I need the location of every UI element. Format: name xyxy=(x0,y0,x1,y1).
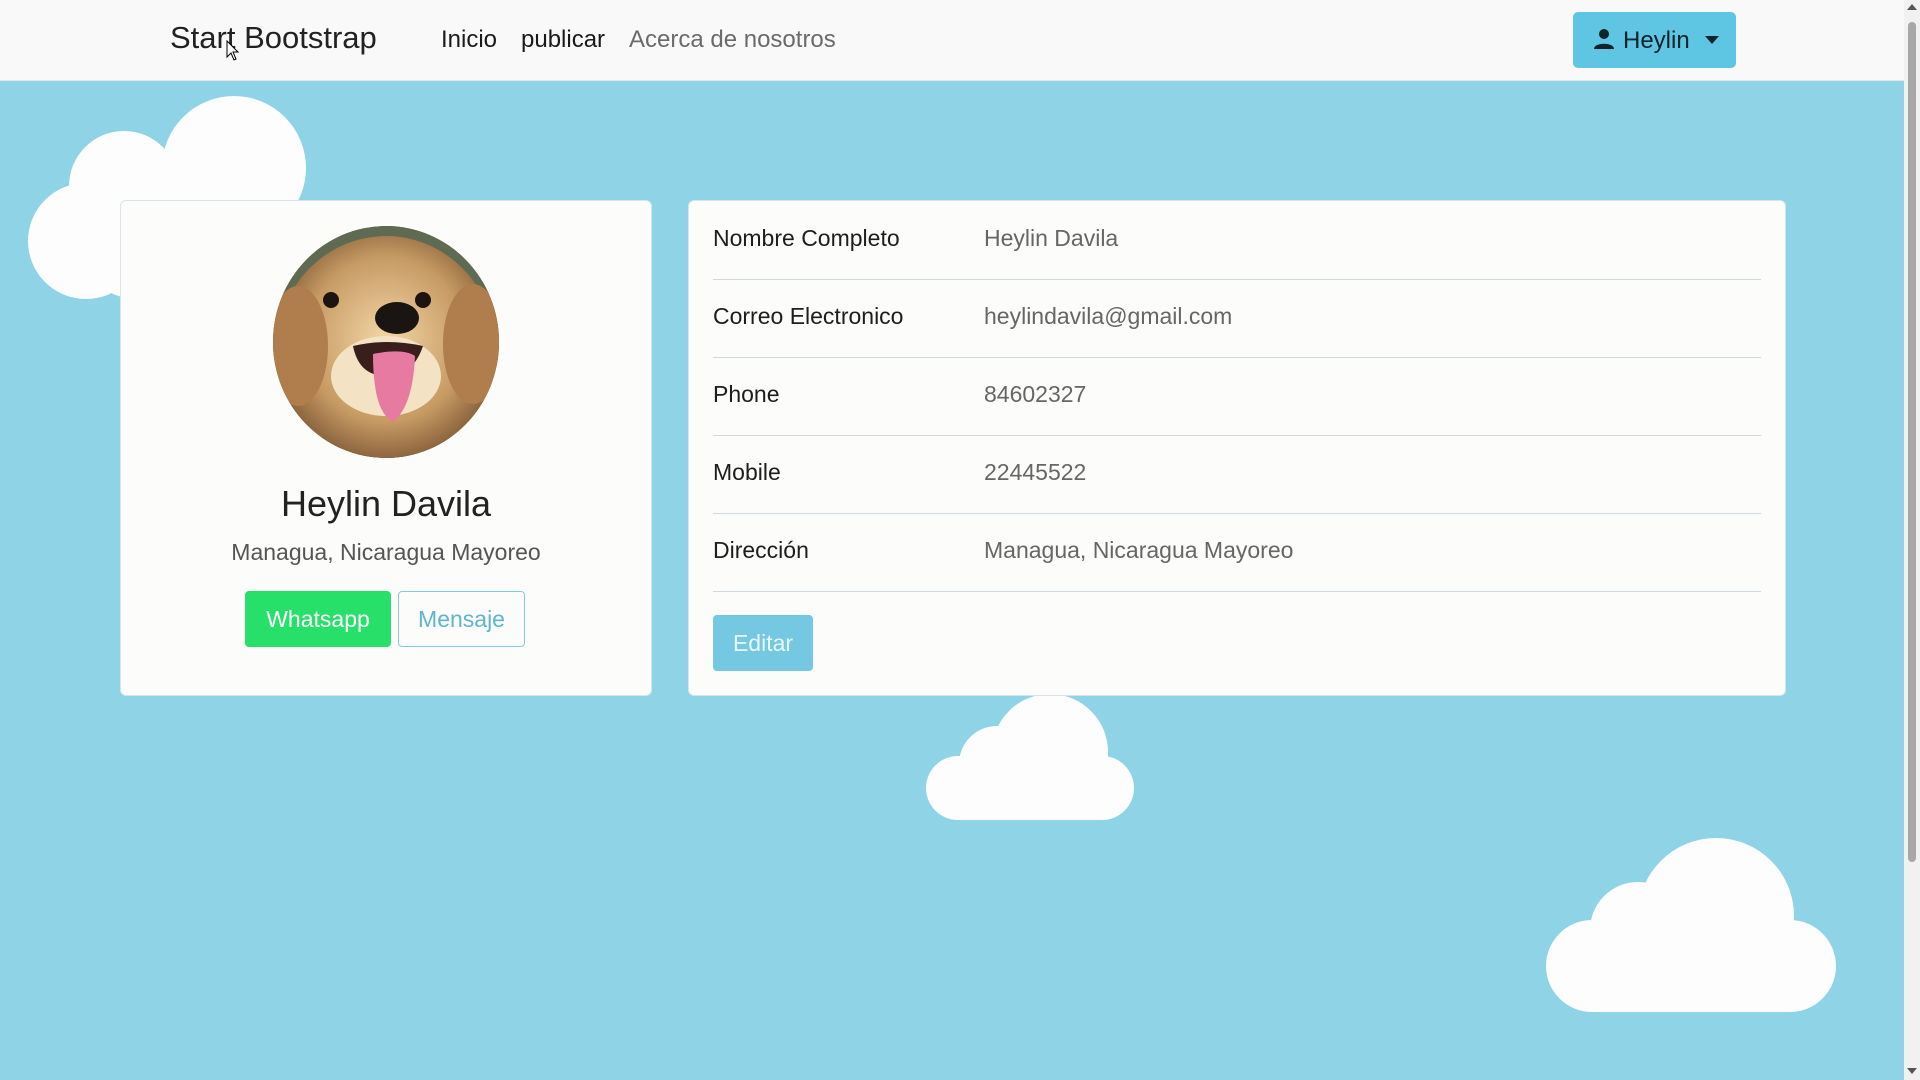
message-button[interactable]: Mensaje xyxy=(398,591,525,647)
mouse-cursor-icon xyxy=(226,40,240,61)
detail-row-fullname: Nombre Completo Heylin Davila xyxy=(713,201,1761,280)
detail-row-mobile: Mobile 22445522 xyxy=(713,435,1761,514)
detail-value: Heylin Davila xyxy=(984,225,1119,251)
detail-value: heylindavila@gmail.com xyxy=(984,303,1233,329)
detail-label: Nombre Completo xyxy=(713,225,900,251)
nav-link-acerca[interactable]: Acerca de nosotros xyxy=(629,26,836,54)
avatar xyxy=(273,226,499,458)
detail-label: Phone xyxy=(713,381,780,407)
top-navbar: Start Bootstrap Inicio publicar Acerca d… xyxy=(0,0,1904,81)
user-dropdown-label: Heylin xyxy=(1623,27,1690,54)
user-icon xyxy=(1594,29,1614,49)
detail-label: Mobile xyxy=(713,459,781,485)
nav-link-publicar[interactable]: publicar xyxy=(521,26,605,54)
scroll-thumb[interactable] xyxy=(1908,22,1916,862)
puppy-photo xyxy=(273,226,499,458)
edit-button[interactable]: Editar xyxy=(713,615,813,671)
detail-label: Correo Electronico xyxy=(713,303,904,329)
detail-value: 22445522 xyxy=(984,459,1087,485)
chevron-down-icon xyxy=(1705,36,1719,44)
detail-row-address: Dirección Managua, Nicaragua Mayoreo xyxy=(713,513,1761,592)
scroll-down-icon[interactable] xyxy=(1907,1068,1917,1074)
detail-label: Dirección xyxy=(713,537,809,563)
detail-row-phone: Phone 84602327 xyxy=(713,357,1761,436)
cloud-decoration xyxy=(1546,838,1836,1012)
nav-link-inicio[interactable]: Inicio xyxy=(441,26,497,54)
profile-name: Heylin Davila xyxy=(280,483,492,524)
profile-card: Heylin Davila Managua, Nicaragua Mayoreo… xyxy=(120,200,652,696)
vertical-scrollbar[interactable] xyxy=(1904,0,1920,1080)
user-dropdown-button[interactable]: Heylin xyxy=(1573,12,1736,68)
profile-location: Managua, Nicaragua Mayoreo xyxy=(231,539,541,565)
whatsapp-button[interactable]: Whatsapp xyxy=(245,591,391,647)
detail-row-email: Correo Electronico heylindavila@gmail.co… xyxy=(713,279,1761,358)
details-card: Nombre Completo Heylin Davila Correo Ele… xyxy=(688,200,1786,696)
navbar-brand[interactable]: Start Bootstrap xyxy=(170,20,377,56)
scroll-up-icon[interactable] xyxy=(1907,4,1917,10)
detail-value: Managua, Nicaragua Mayoreo xyxy=(984,537,1294,563)
cloud-decoration xyxy=(926,694,1134,820)
detail-value: 84602327 xyxy=(984,381,1087,407)
